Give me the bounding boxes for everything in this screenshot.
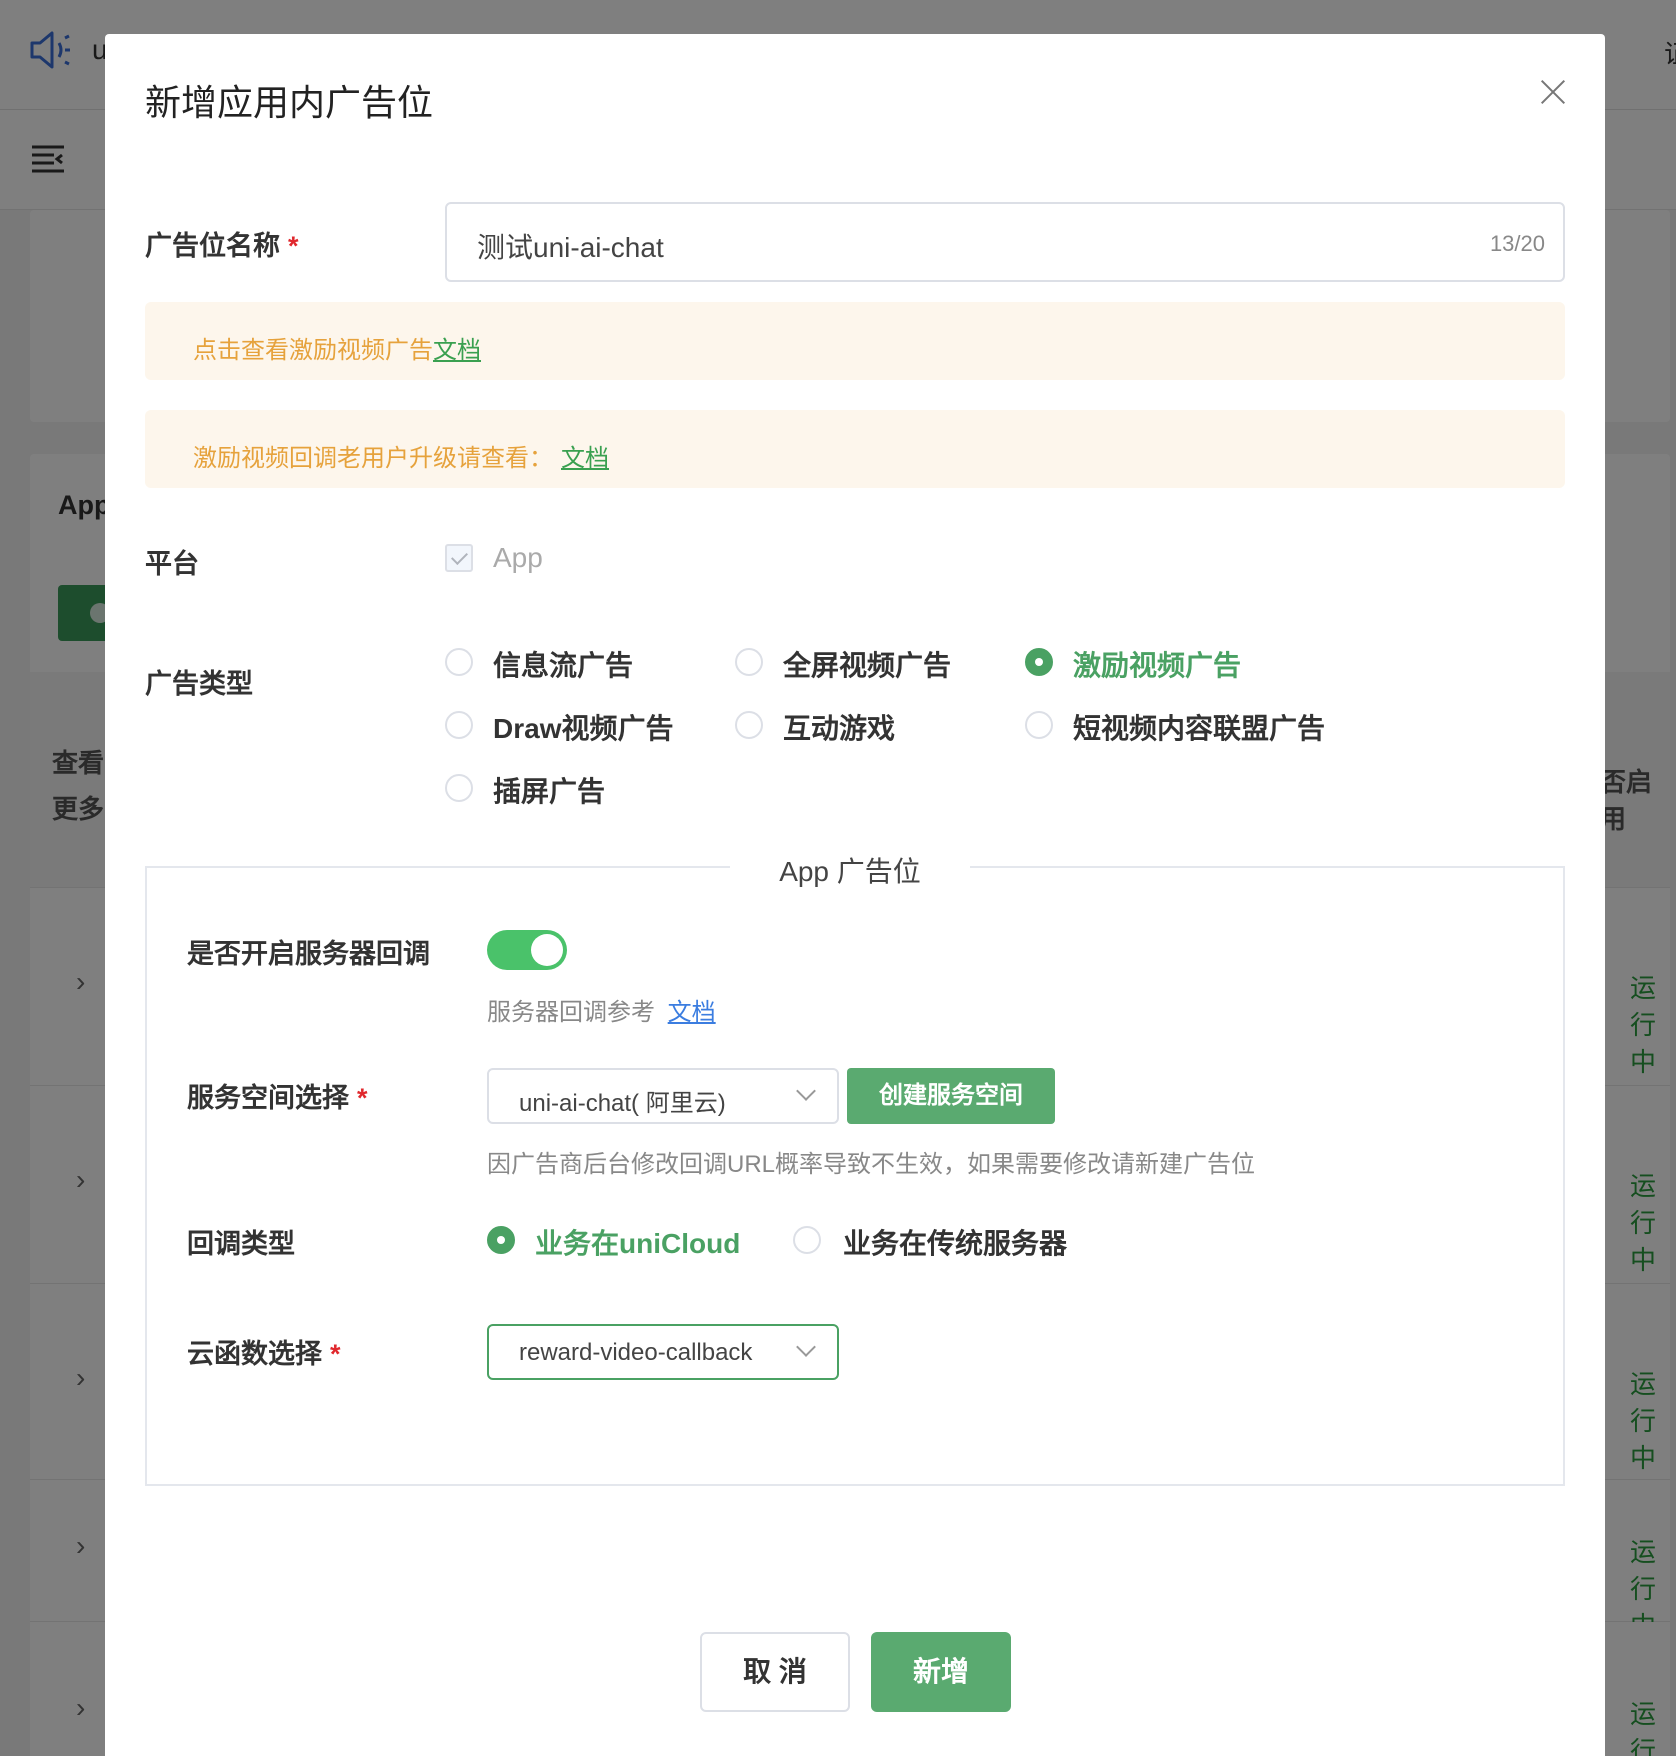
create-space-button[interactable]: 创建服务空间 — [847, 1068, 1055, 1124]
platform-app-label: App — [493, 542, 543, 573]
radio-short-video-union[interactable] — [1025, 711, 1053, 739]
chevron-down-icon — [796, 1081, 816, 1101]
ad-type-label: 广告类型 — [145, 669, 253, 699]
section-legend: App 广告位 — [730, 850, 970, 890]
name-label: 广告位名称 * — [145, 231, 299, 261]
space-hint: 因广告商后台修改回调URL概率导致不生效，如果需要修改请新建广告位 — [487, 1151, 1256, 1178]
cloud-function-label: 云函数选择 * — [187, 1339, 341, 1369]
radio-interstitial-ad[interactable] — [445, 774, 473, 802]
doc-link[interactable]: 文档 — [561, 445, 609, 472]
radio-traditional-server-label[interactable]: 业务在传统服务器 — [843, 1222, 1067, 1262]
radio-interactive-game-label[interactable]: 互动游戏 — [783, 707, 895, 747]
radio-interstitial-ad-label[interactable]: 插屏广告 — [493, 770, 605, 810]
cloud-function-select[interactable]: reward-video-callback — [487, 1324, 839, 1380]
radio-unicloud-label[interactable]: 业务在uniCloud — [535, 1222, 740, 1262]
service-space-select[interactable]: uni-ai-chat( 阿里云) — [487, 1068, 839, 1124]
radio-draw-video[interactable] — [445, 711, 473, 739]
doc-link[interactable]: 文档 — [433, 337, 481, 364]
ad-slot-name-input[interactable]: 测试uni-ai-chat 13/20 — [445, 202, 1565, 282]
alert-doc-reward-video: 点击查看激励视频广告文档 — [145, 302, 1565, 380]
radio-draw-video-label[interactable]: Draw视频广告 — [493, 707, 673, 747]
dialog-title: 新增应用内广告位 — [145, 82, 434, 123]
platform-label: 平台 — [145, 549, 199, 579]
server-callback-label: 是否开启服务器回调 — [187, 939, 430, 969]
doc-link[interactable]: 文档 — [668, 999, 716, 1026]
alert-upgrade: 激励视频回调老用户升级请查看： 文档 — [145, 410, 1565, 488]
chevron-down-icon — [796, 1337, 816, 1357]
cancel-button[interactable]: 取 消 — [700, 1632, 850, 1712]
callback-type-label: 回调类型 — [187, 1229, 295, 1259]
radio-reward-video[interactable] — [1025, 648, 1053, 676]
radio-feed-ad-label[interactable]: 信息流广告 — [493, 644, 633, 684]
radio-fullscreen-video[interactable] — [735, 648, 763, 676]
radio-interactive-game[interactable] — [735, 711, 763, 739]
radio-fullscreen-video-label[interactable]: 全屏视频广告 — [783, 644, 951, 684]
radio-traditional-server[interactable] — [793, 1226, 821, 1254]
radio-short-video-union-label[interactable]: 短视频内容联盟广告 — [1073, 707, 1325, 747]
radio-feed-ad[interactable] — [445, 648, 473, 676]
radio-reward-video-label[interactable]: 激励视频广告 — [1073, 644, 1241, 684]
submit-button[interactable]: 新增 — [871, 1632, 1011, 1712]
server-callback-hint: 服务器回调参考 文档 — [487, 999, 716, 1026]
service-space-value: uni-ai-chat( 阿里云) — [519, 1090, 726, 1117]
radio-unicloud[interactable] — [487, 1226, 515, 1254]
ad-slot-name-value[interactable]: 测试uni-ai-chat — [477, 226, 664, 266]
char-counter: 13/20 — [1489, 231, 1545, 256]
platform-app-checkbox[interactable] — [445, 544, 473, 572]
server-callback-toggle[interactable] — [487, 930, 567, 970]
space-label: 服务空间选择 * — [187, 1083, 368, 1113]
close-icon[interactable] — [1535, 74, 1571, 110]
cloud-function-value: reward-video-callback — [519, 1339, 753, 1366]
add-ad-slot-dialog: 新增应用内广告位 广告位名称 * 测试uni-ai-chat 13/20 点击查看… — [105, 34, 1605, 1756]
